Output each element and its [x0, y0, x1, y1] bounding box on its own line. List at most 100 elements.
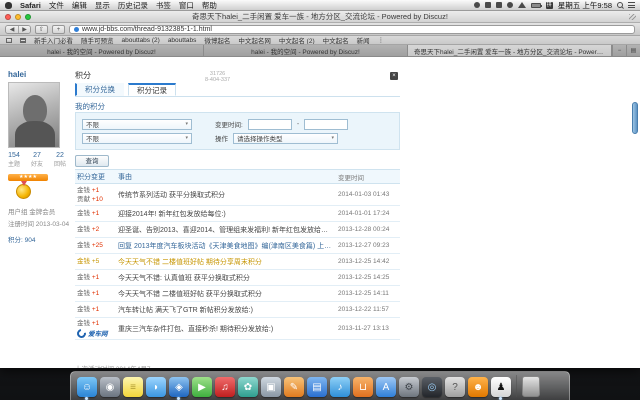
bookmark-item-0[interactable]: 新手入门必看: [34, 36, 73, 45]
browser-tab-2[interactable]: 奇思天下halei_二手闲置 爱车一族 - 地方分区_交流论坛 - Powere…: [408, 45, 612, 56]
input-method-icon[interactable]: 拼: [546, 2, 553, 9]
bookmark-item-1[interactable]: 随手可预览: [81, 36, 114, 45]
credit-log-table: 积分变更 事由 变更时间 金钱 +1贡献 +10传统节系列活动 获平分换取式积分…: [75, 169, 400, 340]
menu-item-3[interactable]: 显示: [95, 0, 110, 11]
dashboard-icon[interactable]: ◉: [100, 377, 120, 397]
finder-icon[interactable]: ☺: [77, 377, 97, 397]
income-type-select[interactable]: 不限 ▾: [82, 133, 192, 144]
stat-label: 好友: [31, 162, 43, 168]
section-title: 我的积分: [75, 101, 105, 112]
close-window-button[interactable]: [5, 14, 11, 20]
bookmarks-overflow-icon[interactable]: ⋮: [378, 36, 385, 44]
menu-item-1[interactable]: 文件: [49, 0, 64, 11]
bookmark-item-5[interactable]: 中文起名网: [238, 36, 271, 45]
bookmark-item-2[interactable]: abouttabs (2): [122, 37, 160, 44]
facetime-icon[interactable]: ▶: [192, 377, 212, 397]
menu-item-4[interactable]: 历史记录: [118, 0, 148, 11]
bookmark-item-6[interactable]: 中文起名 (2): [279, 36, 315, 45]
notification-center-icon[interactable]: [628, 2, 635, 8]
operation-select[interactable]: 请选择操作类型 ▾: [233, 133, 338, 144]
cell-change: 金钱 +1贡献 +10: [75, 185, 115, 205]
itunes-store-icon[interactable]: ♫: [215, 377, 235, 397]
col-header-time: 变更时间: [336, 171, 400, 183]
stat-回帖[interactable]: 22回帖: [54, 152, 66, 168]
menu-status-area: 拼 星期五 上午9:58: [474, 0, 635, 11]
scrollbar-thumb[interactable]: [632, 102, 638, 134]
nav-buttons: ◀ ▶: [5, 25, 31, 34]
browser-tab-0[interactable]: halei - 我的空间 - Powered by Discuz!: [0, 45, 204, 56]
user-level-stars: ★★★★: [8, 174, 48, 181]
window-resize-grip[interactable]: [629, 14, 636, 20]
credit-type-select[interactable]: 不限 ▾: [82, 119, 192, 130]
pages-icon[interactable]: ✎: [284, 377, 304, 397]
credit-tab-1[interactable]: 积分记录: [128, 83, 176, 96]
notes-icon[interactable]: ≡: [123, 377, 143, 397]
show-all-tabs-button[interactable]: ▤: [626, 45, 640, 56]
trash-icon[interactable]: [522, 376, 540, 397]
credit-tab-0[interactable]: 积分兑换: [75, 83, 124, 96]
menu-item-7[interactable]: 帮助: [202, 0, 217, 11]
menu-item-2[interactable]: 编辑: [72, 0, 87, 11]
tab-overflow-button[interactable]: −: [612, 45, 626, 56]
change-amount: +2: [92, 226, 99, 233]
window-titlebar[interactable]: 奇思天下halei_二手闲置 爱车一族 - 地方分区_交流论坛 - Powere…: [0, 11, 640, 23]
photos-icon[interactable]: ▣: [261, 377, 281, 397]
zoom-window-button[interactable]: [25, 14, 31, 20]
share-button[interactable]: ⇧: [35, 25, 48, 34]
forward-button[interactable]: ▶: [18, 26, 30, 33]
menu-clock[interactable]: 星期五 上午9:58: [558, 0, 612, 11]
back-button[interactable]: ◀: [6, 26, 18, 33]
cell-time: 2014-01-03 01:43: [336, 190, 400, 199]
menu-items: Safari 文件编辑显示历史记录书签窗口帮助: [5, 0, 217, 11]
menu-item-5[interactable]: 书签: [156, 0, 171, 11]
menu-item-6[interactable]: 窗口: [179, 0, 194, 11]
stat-好友[interactable]: 27好友: [31, 152, 43, 168]
browser-tab-1[interactable]: halei - 我的空间 - Powered by Discuz!: [204, 45, 408, 56]
bookmark-item-7[interactable]: 中文起名: [323, 36, 349, 45]
spotlight-icon[interactable]: [617, 2, 623, 8]
ad-close-button[interactable]: ×: [390, 72, 398, 80]
messages-icon[interactable]: ◗: [146, 377, 166, 397]
top-sites-icon[interactable]: [20, 38, 26, 43]
battery-icon[interactable]: [531, 3, 541, 8]
menu-item-0[interactable]: Safari: [20, 1, 41, 10]
display-icon[interactable]: [496, 2, 502, 8]
emoji-app-icon[interactable]: ☻: [468, 377, 488, 397]
cell-time: 2013-12-27 09:23: [336, 241, 400, 250]
photo-booth-icon[interactable]: ◎: [422, 377, 442, 397]
apple-logo-icon[interactable]: [5, 2, 12, 9]
new-tab-button[interactable]: +: [52, 25, 65, 34]
change-amount: +1: [92, 306, 99, 313]
username-link[interactable]: halei: [8, 70, 66, 79]
wifi-icon[interactable]: [518, 2, 526, 8]
ibooks-icon[interactable]: ⊔: [353, 377, 373, 397]
safari-icon[interactable]: ◈: [169, 377, 189, 397]
page-scrollbar[interactable]: [632, 70, 639, 366]
window-title: 奇思天下halei_二手闲置 爱车一族 - 地方分区_交流论坛 - Powere…: [192, 11, 448, 22]
user-avatar[interactable]: [8, 82, 60, 148]
change-value: 金钱 +1: [77, 273, 113, 282]
brand-logo[interactable]: 爱车网: [77, 328, 113, 338]
stat-主题[interactable]: 154主题: [8, 152, 20, 168]
volume-icon[interactable]: [507, 2, 513, 8]
address-bar[interactable]: www.jd-bbs.com/thread-9132385-1-1.html: [69, 25, 635, 34]
itunes-icon[interactable]: ♪: [330, 377, 350, 397]
search-submit-button[interactable]: 查询: [75, 155, 109, 167]
bluetooth-icon[interactable]: [485, 2, 491, 8]
minimize-window-button[interactable]: [15, 14, 21, 20]
bookmark-item-3[interactable]: abouttabs: [168, 37, 197, 44]
keynote-icon[interactable]: ▤: [307, 377, 327, 397]
time-from-input[interactable]: [248, 119, 292, 130]
missing-app-icon[interactable]: ?: [445, 377, 465, 397]
cell-reason: 迎接2014年! 新年红包发放给每位:): [115, 208, 336, 220]
system-preferences-icon[interactable]: ⚙: [399, 377, 419, 397]
iphoto-icon[interactable]: ✿: [238, 377, 258, 397]
bookmark-item-4[interactable]: 微博起名: [204, 36, 230, 45]
bookmarks-sidebar-icon[interactable]: [6, 38, 12, 43]
time-machine-icon[interactable]: [474, 2, 480, 8]
appstore-icon[interactable]: A: [376, 377, 396, 397]
cell-reason[interactable]: 回复 2013年度汽车板块活动《天津美食地图》编(津南区美食篇) 上传发布有奖 …: [115, 240, 336, 252]
qq-icon[interactable]: ♟: [491, 377, 511, 397]
bookmark-item-8[interactable]: 新闻: [357, 36, 370, 45]
time-to-input[interactable]: [304, 119, 348, 130]
